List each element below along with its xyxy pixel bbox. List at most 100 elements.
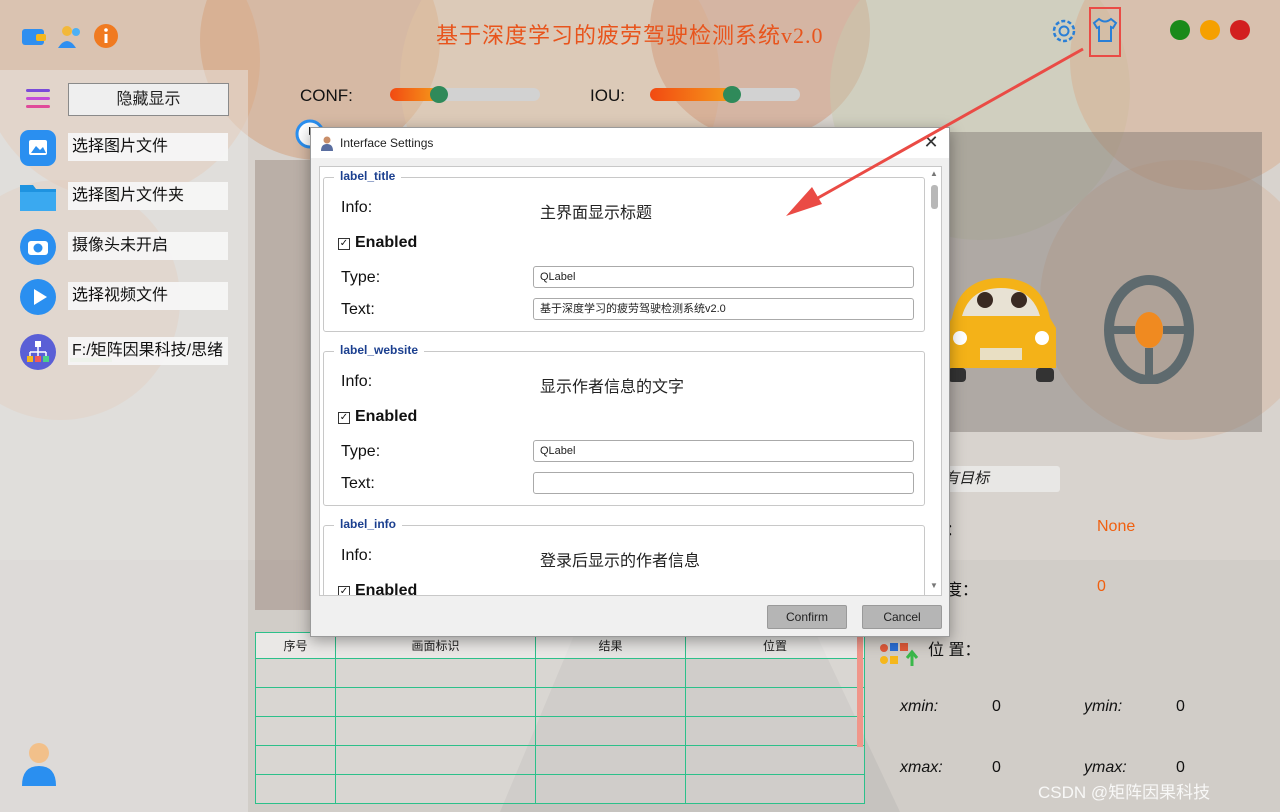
ymin-value: 0 (1176, 698, 1185, 715)
xmin-label: xmin: (900, 698, 939, 715)
scroll-up-icon[interactable]: ▲ (929, 169, 939, 179)
table-cell (685, 687, 865, 717)
steering-wheel-illustration (1104, 275, 1194, 384)
sidebar-item-label: F:/矩阵因果科技/思绪 (68, 337, 228, 365)
table-row[interactable] (255, 658, 865, 688)
menu-icon[interactable] (24, 86, 52, 112)
table-cell (335, 774, 536, 804)
type-label: Type: (341, 269, 381, 286)
enabled-label[interactable]: Enabled (355, 234, 417, 252)
enabled-label[interactable]: Enabled (355, 408, 417, 426)
table-cell (335, 687, 536, 717)
enabled-checkbox[interactable]: ✓ (338, 586, 350, 595)
info-value: 显示作者信息的文字 (540, 377, 685, 396)
user-avatar-icon[interactable] (20, 740, 58, 788)
table-row[interactable] (255, 716, 865, 746)
confidence-value: 0 (1097, 578, 1106, 595)
text-field[interactable]: 基于深度学习的疲劳驾驶检测系统v2.0 (533, 298, 914, 320)
conf-slider-handle[interactable] (429, 86, 448, 103)
xmin-value: 0 (992, 698, 1001, 715)
info-value: 登录后显示的作者信息 (540, 551, 701, 570)
scroll-down-icon[interactable]: ▼ (929, 581, 939, 591)
display-panel (255, 160, 315, 610)
iou-label: IOU: (590, 86, 625, 105)
info-label: Info: (341, 547, 373, 564)
table-cell (685, 774, 865, 804)
table-cell (335, 745, 536, 775)
conf-label: CONF: (300, 86, 353, 105)
enabled-label[interactable]: Enabled (355, 582, 417, 595)
position-icon (880, 643, 919, 666)
table-cell (255, 745, 336, 775)
info-icon[interactable] (92, 22, 120, 50)
text-label: Text: (341, 301, 375, 318)
dialog-title: Interface Settings (340, 136, 434, 150)
table-cell (335, 658, 536, 688)
sidebar-item-select-folder[interactable]: 选择图片文件夹 (20, 179, 230, 215)
play-icon (20, 279, 56, 315)
group-label-title: label_title Info: 主界面显示标题 ✓ Enabled Type… (323, 169, 925, 332)
enabled-checkbox[interactable]: ✓ (338, 238, 350, 250)
dialog-titlebar[interactable]: Interface Settings ✕ (311, 128, 949, 158)
settings-gear-icon[interactable] (1049, 16, 1079, 46)
sidebar-item-model-path[interactable]: F:/矩阵因果科技/思绪 (20, 334, 230, 370)
sidebar-item-select-image[interactable]: 选择图片文件 (20, 130, 230, 166)
table-cell (535, 745, 686, 775)
sidebar-item-label: 选择图片文件夹 (68, 182, 228, 210)
folder-icon (20, 185, 56, 211)
table-cell (535, 774, 686, 804)
table-row[interactable] (255, 687, 865, 717)
app-title: 基于深度学习的疲劳驾驶检测系统v2.0 (436, 23, 824, 48)
vertical-scrollbar[interactable]: ▲ ▼ (929, 169, 939, 593)
window-close-button[interactable] (1230, 20, 1250, 40)
table-row[interactable] (255, 774, 865, 804)
dialog-app-icon (321, 136, 333, 151)
watermark: CSDN @矩阵因果科技 (1038, 783, 1211, 802)
users-icon[interactable] (56, 22, 84, 50)
sidebar-item-label: 选择图片文件 (68, 133, 228, 161)
cancel-button[interactable]: Cancel (862, 605, 942, 629)
conf-slider[interactable] (390, 86, 540, 103)
sidebar-item-label: 摄像头未开启 (68, 232, 228, 260)
iou-slider[interactable] (650, 86, 800, 103)
window-minimize-button[interactable] (1200, 20, 1220, 40)
table-scrollbar[interactable] (857, 632, 863, 747)
table-cell (685, 745, 865, 775)
hide-display-button[interactable]: 隐藏显示 (68, 83, 229, 116)
car-illustration (946, 278, 1056, 382)
dialog-close-button[interactable]: ✕ (919, 131, 943, 155)
network-icon (20, 334, 56, 370)
text-field[interactable] (533, 472, 914, 494)
info-label: Info: (341, 373, 373, 390)
ymin-label: ymin: (1084, 698, 1123, 715)
table-cell (535, 687, 686, 717)
sidebar-item-select-video[interactable]: 选择视频文件 (20, 279, 230, 315)
table-cell (535, 716, 686, 746)
group-label-website: label_website Info: 显示作者信息的文字 ✓ Enabled … (323, 343, 925, 506)
group-title: label_info (334, 517, 403, 531)
confirm-button[interactable]: Confirm (767, 605, 847, 629)
info-label: Info: (341, 199, 373, 216)
settings-scroll-area[interactable]: label_title Info: 主界面显示标题 ✓ Enabled Type… (319, 166, 942, 596)
highlight-box (1089, 7, 1121, 57)
group-label-info: label_info Info: 登录后显示的作者信息 ✓ Enabled (323, 517, 925, 595)
window-green-button[interactable] (1170, 20, 1190, 40)
class-value: None (1097, 518, 1136, 535)
iou-slider-handle[interactable] (722, 86, 741, 103)
position-label: 位 置： (928, 642, 981, 659)
text-label: Text: (341, 475, 375, 492)
wallet-icon[interactable] (20, 22, 48, 50)
interface-settings-dialog: Interface Settings ✕ label_title Info: 主… (310, 127, 950, 637)
scrollbar-thumb[interactable] (931, 185, 938, 209)
sidebar-item-camera[interactable]: 摄像头未开启 (20, 229, 230, 265)
table-cell (335, 716, 536, 746)
type-field[interactable]: QLabel (533, 266, 914, 288)
info-value: 主界面显示标题 (540, 203, 653, 222)
camera-icon (20, 229, 56, 265)
table-row[interactable] (255, 745, 865, 775)
xmax-value: 0 (992, 759, 1001, 776)
group-title: label_website (334, 343, 425, 357)
enabled-checkbox[interactable]: ✓ (338, 412, 350, 424)
type-field[interactable]: QLabel (533, 440, 914, 462)
table-cell (535, 658, 686, 688)
